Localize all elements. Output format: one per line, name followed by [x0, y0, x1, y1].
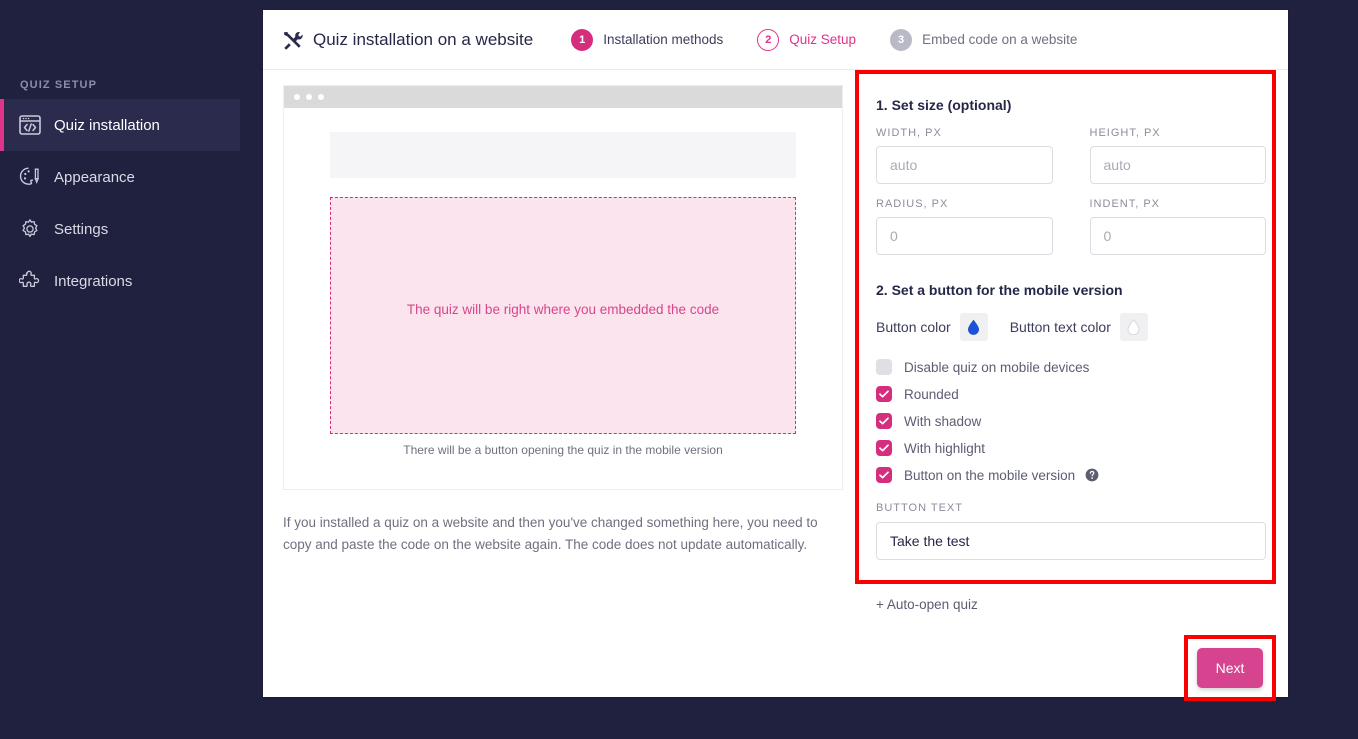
sidebar-item-appearance[interactable]: Appearance: [0, 151, 240, 203]
droplet-icon: [968, 319, 980, 335]
step-embed-code[interactable]: 3 Embed code on a website: [890, 28, 1078, 51]
sidebar-item-label: Appearance: [54, 168, 135, 186]
checkbox-mobile-button[interactable]: [876, 467, 892, 483]
gear-icon: [18, 217, 42, 241]
step-number: 3: [890, 28, 913, 51]
checkbox-row-disable-quiz[interactable]: Disable quiz on mobile devices: [876, 359, 1266, 375]
width-input[interactable]: [876, 146, 1053, 184]
sidebar-item-quiz-installation[interactable]: Quiz installation: [0, 99, 240, 151]
indicator-bar: [0, 255, 4, 307]
step-quiz-setup[interactable]: 2 Quiz Setup: [757, 28, 857, 51]
card-header: Quiz installation on a website 1 Install…: [263, 10, 1288, 70]
button-text-field-label: BUTTON TEXT: [876, 502, 963, 514]
size-field-row-2: RADIUS, PX INDENT, PX: [876, 198, 1266, 255]
width-field-group: WIDTH, PX: [876, 127, 1053, 184]
indent-field-group: INDENT, PX: [1089, 198, 1266, 255]
window-dot: [306, 94, 312, 100]
check-icon: [879, 390, 889, 398]
sidebar-section-caption: QUIZ SETUP: [20, 79, 98, 91]
quiz-embed-placeholder: The quiz will be right where you embedde…: [330, 197, 796, 434]
indicator-bar: [0, 203, 4, 255]
browser-title-bar: [284, 86, 842, 108]
settings-panel-content: 1. Set size (optional) WIDTH, PX HEIGHT,…: [876, 97, 1266, 560]
radius-input[interactable]: [876, 217, 1053, 255]
step-number: 1: [571, 28, 594, 51]
sidebar: QUIZ SETUP Quiz installation Appearance: [0, 0, 240, 739]
check-icon: [879, 471, 889, 479]
check-icon: [879, 417, 889, 425]
checkbox-label: With highlight: [904, 440, 986, 456]
height-field-group: HEIGHT, PX: [1089, 127, 1266, 184]
checkbox-with-highlight[interactable]: [876, 440, 892, 456]
step-label: Embed code on a website: [922, 32, 1078, 47]
checkbox-rounded[interactable]: [876, 386, 892, 402]
step-number: 2: [757, 28, 780, 51]
checkbox-row-rounded[interactable]: Rounded: [876, 386, 1266, 402]
button-color-swatch[interactable]: [959, 313, 988, 341]
button-text-color-label: Button text color: [1009, 319, 1111, 335]
annotation-box-next: Next: [1184, 635, 1276, 701]
palette-icon: [18, 165, 42, 189]
step-label: Quiz Setup: [789, 32, 857, 47]
section-title-mobile-button: 2. Set a button for the mobile version: [876, 282, 1123, 298]
checkbox-with-shadow[interactable]: [876, 413, 892, 429]
auto-open-quiz-link[interactable]: + Auto-open quiz: [876, 597, 978, 612]
button-text-color-swatch[interactable]: [1119, 313, 1148, 341]
indent-input[interactable]: [1089, 217, 1266, 255]
next-button[interactable]: Next: [1197, 648, 1263, 688]
checkbox-label: Button on the mobile version: [904, 467, 1076, 483]
content-placeholder-block: [330, 132, 796, 178]
checkbox-disable-quiz[interactable]: [876, 359, 892, 375]
height-input[interactable]: [1089, 146, 1266, 184]
sidebar-item-settings[interactable]: Settings: [0, 203, 240, 255]
indent-field-label: INDENT, PX: [1089, 198, 1161, 210]
button-text-input[interactable]: [876, 522, 1266, 560]
window-dot: [294, 94, 300, 100]
checkbox-label: With shadow: [904, 413, 982, 429]
sidebar-item-label: Quiz installation: [54, 116, 160, 134]
indicator-bar: [0, 151, 4, 203]
sidebar-item-integrations[interactable]: Integrations: [0, 255, 240, 307]
checkbox-label: Rounded: [904, 386, 959, 402]
step-indicator: 1 Installation methods 2 Quiz Setup 3 Em…: [571, 28, 1111, 51]
step-installation-methods[interactable]: 1 Installation methods: [571, 28, 724, 51]
quiz-embed-placeholder-text: The quiz will be right where you embedde…: [406, 302, 720, 317]
options-checkbox-list: Disable quiz on mobile devices Rounded W…: [876, 359, 1266, 483]
step-label: Installation methods: [603, 32, 724, 47]
check-icon: [879, 444, 889, 452]
button-color-label: Button color: [876, 319, 951, 335]
help-icon[interactable]: [1085, 468, 1099, 482]
browser-preview-mock: The quiz will be right where you embedde…: [283, 85, 843, 490]
puzzle-piece-icon: [18, 269, 42, 293]
preview-footer-note: If you installed a quiz on a website and…: [283, 515, 818, 552]
checkbox-row-with-shadow[interactable]: With shadow: [876, 413, 1266, 429]
page-title: Quiz installation on a website: [313, 29, 534, 49]
color-pickers-row: Button color Button text color: [876, 313, 1266, 341]
section-title-set-size: 1. Set size (optional): [876, 97, 1012, 113]
preview-caption: There will be a button opening the quiz …: [403, 443, 723, 457]
checkbox-row-with-highlight[interactable]: With highlight: [876, 440, 1266, 456]
droplet-icon: [1127, 319, 1140, 335]
radius-field-group: RADIUS, PX: [876, 198, 1053, 255]
window-dot: [318, 94, 324, 100]
tools-icon: [281, 29, 303, 51]
width-field-label: WIDTH, PX: [876, 127, 942, 139]
code-window-icon: [18, 113, 42, 137]
checkbox-row-mobile-button[interactable]: Button on the mobile version: [876, 467, 1266, 483]
sidebar-item-label: Settings: [54, 220, 109, 238]
height-field-label: HEIGHT, PX: [1089, 127, 1161, 139]
sidebar-item-label: Integrations: [54, 272, 133, 290]
radius-field-label: RADIUS, PX: [876, 198, 949, 210]
active-indicator-bar: [0, 99, 4, 151]
checkbox-label: Disable quiz on mobile devices: [904, 359, 1090, 375]
browser-body: The quiz will be right where you embedde…: [284, 108, 842, 489]
preview-column: The quiz will be right where you embedde…: [283, 85, 863, 556]
size-field-row-1: WIDTH, PX HEIGHT, PX: [876, 127, 1266, 184]
main-card: Quiz installation on a website 1 Install…: [263, 10, 1288, 701]
